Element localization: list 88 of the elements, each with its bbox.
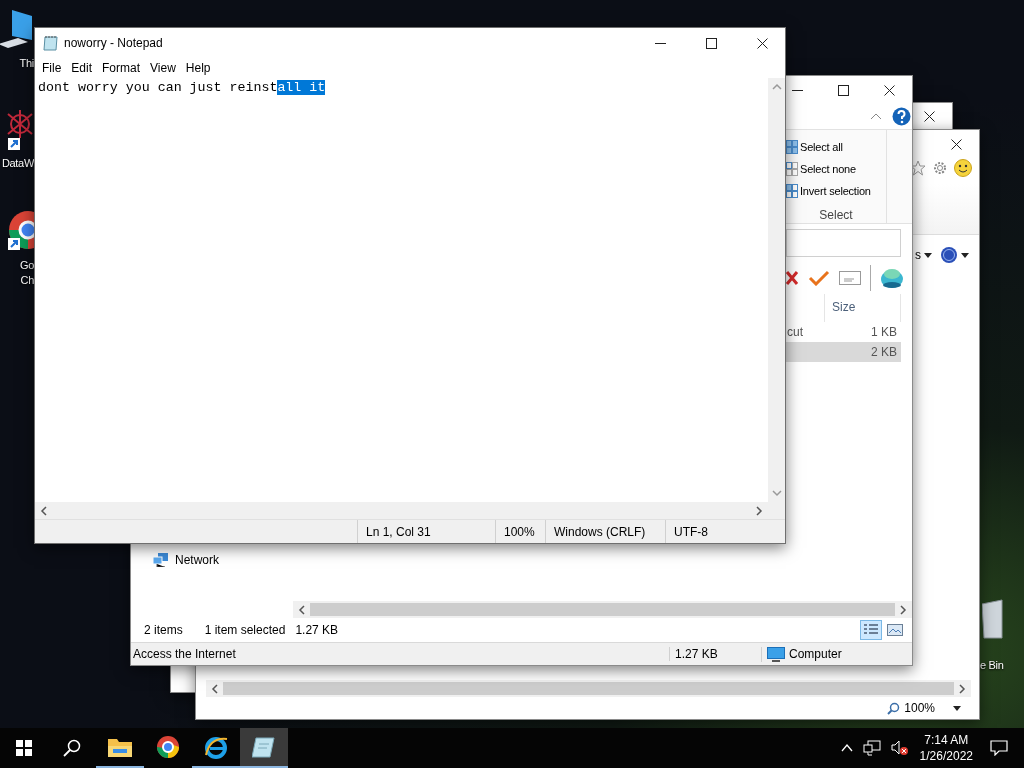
close-icon[interactable] (884, 84, 895, 96)
minimize-icon[interactable] (792, 88, 803, 92)
settings-icon[interactable] (931, 159, 949, 177)
caret-icon[interactable] (924, 252, 932, 258)
desktop-icon-label: DataW (1, 156, 34, 171)
notifications-icon[interactable] (990, 740, 1008, 756)
status-text: Ln 1, Col 31 (357, 520, 495, 543)
help-icon[interactable] (940, 246, 958, 264)
browser-icon (156, 735, 180, 759)
file-size: 2 KB (870, 345, 898, 359)
close-icon[interactable] (757, 37, 768, 49)
folder-icon (108, 737, 132, 757)
notepad-icon (43, 35, 59, 51)
status-description: Access the Internet (132, 647, 237, 661)
close-icon[interactable] (951, 138, 962, 150)
status-text: UTF-8 (665, 520, 785, 543)
time: 7:14 AM (924, 732, 969, 748)
recycle-bin-icon[interactable] (982, 598, 1004, 640)
network-icon[interactable] (862, 740, 881, 756)
desktop-icon-label: Go (19, 258, 34, 273)
maximize-icon[interactable] (706, 37, 717, 49)
chevron-right-icon[interactable] (900, 604, 907, 615)
clock[interactable]: 7:14 AM 1/26/2022 (919, 732, 973, 764)
desktop-icon-label: Ch (20, 273, 34, 288)
ribbon-button[interactable]: Invert selection (786, 180, 886, 202)
muted-speaker-icon[interactable] (890, 740, 909, 756)
status-text: 100% (495, 520, 545, 543)
letter-e-icon (204, 735, 228, 759)
details-view-button[interactable] (860, 620, 882, 640)
chevron-left-icon[interactable] (211, 683, 218, 694)
zoom-icon[interactable] (887, 701, 901, 715)
status-text: 2 items (144, 623, 183, 637)
menu-item[interactable]: Edit (66, 61, 98, 75)
envelope-icon[interactable] (839, 271, 861, 285)
desktop-icon-label: Thi (19, 56, 34, 71)
nav-item[interactable]: Network (153, 553, 293, 567)
collapse-ribbon-icon[interactable] (870, 113, 882, 120)
status-text: 1 item selected (204, 623, 286, 637)
menu-item[interactable]: View (145, 61, 181, 75)
status-text: 1.27 KB (295, 623, 339, 637)
window-title: noworry - Notepad (64, 36, 163, 50)
ribbon-group-label: Select (818, 208, 854, 222)
help-icon[interactable] (892, 107, 911, 126)
column-header[interactable]: Size (824, 294, 901, 322)
ribbon-button[interactable]: Select none (786, 158, 886, 180)
maximize-icon[interactable] (838, 84, 849, 96)
address-field[interactable] (786, 229, 901, 257)
list-icon (863, 623, 879, 637)
monitor-icon (767, 646, 785, 662)
grid-icon (786, 140, 798, 154)
network-icon (153, 553, 169, 567)
taskbar-app-button[interactable] (240, 728, 288, 768)
caret-icon[interactable] (953, 705, 961, 711)
status-size: 1.27 KB (669, 647, 761, 661)
notepad-icon (252, 736, 276, 758)
zoom-level[interactable]: 100% (904, 701, 935, 715)
text-editor[interactable]: dont worry you can just reinstall it (35, 78, 768, 502)
file-row[interactable]: cut 1 KB (785, 322, 901, 342)
horizontal-scrollbar[interactable] (35, 502, 768, 519)
search-icon[interactable] (63, 739, 81, 757)
dropdown-button[interactable]: s (915, 248, 932, 262)
close-icon[interactable] (924, 110, 935, 122)
date: 1/26/2022 (919, 748, 973, 764)
start-icon[interactable] (16, 740, 32, 756)
image-icon (887, 624, 903, 636)
help-button[interactable] (940, 246, 969, 264)
star-icon[interactable] (910, 160, 926, 176)
desktop-icon-label: e Bin (980, 658, 1004, 673)
smiley-icon[interactable] (954, 159, 972, 177)
menu-item[interactable]: File (37, 61, 67, 75)
caret-icon[interactable] (961, 252, 969, 258)
menu-item[interactable]: Format (97, 61, 146, 75)
chevron-right-icon[interactable] (756, 505, 763, 516)
status-text: Windows (CRLF) (545, 520, 665, 543)
checkmark-icon[interactable] (808, 270, 830, 286)
ribbon-button[interactable]: Select all (786, 136, 886, 158)
chevron-left-icon[interactable] (298, 604, 305, 615)
file-size: 1 KB (870, 325, 898, 339)
security-zone: Computer (789, 647, 842, 661)
minimize-icon[interactable] (655, 41, 666, 45)
chevron-left-icon[interactable] (40, 505, 47, 516)
chevron-right-icon[interactable] (959, 683, 966, 694)
horizontal-scrollbar[interactable] (293, 601, 912, 618)
file-name: cut (787, 325, 803, 339)
cross-icon[interactable] (785, 270, 799, 286)
horizontal-scrollbar[interactable] (206, 680, 971, 697)
file-row[interactable]: 2 KB (785, 342, 901, 362)
menu-item[interactable]: Help (180, 61, 216, 75)
